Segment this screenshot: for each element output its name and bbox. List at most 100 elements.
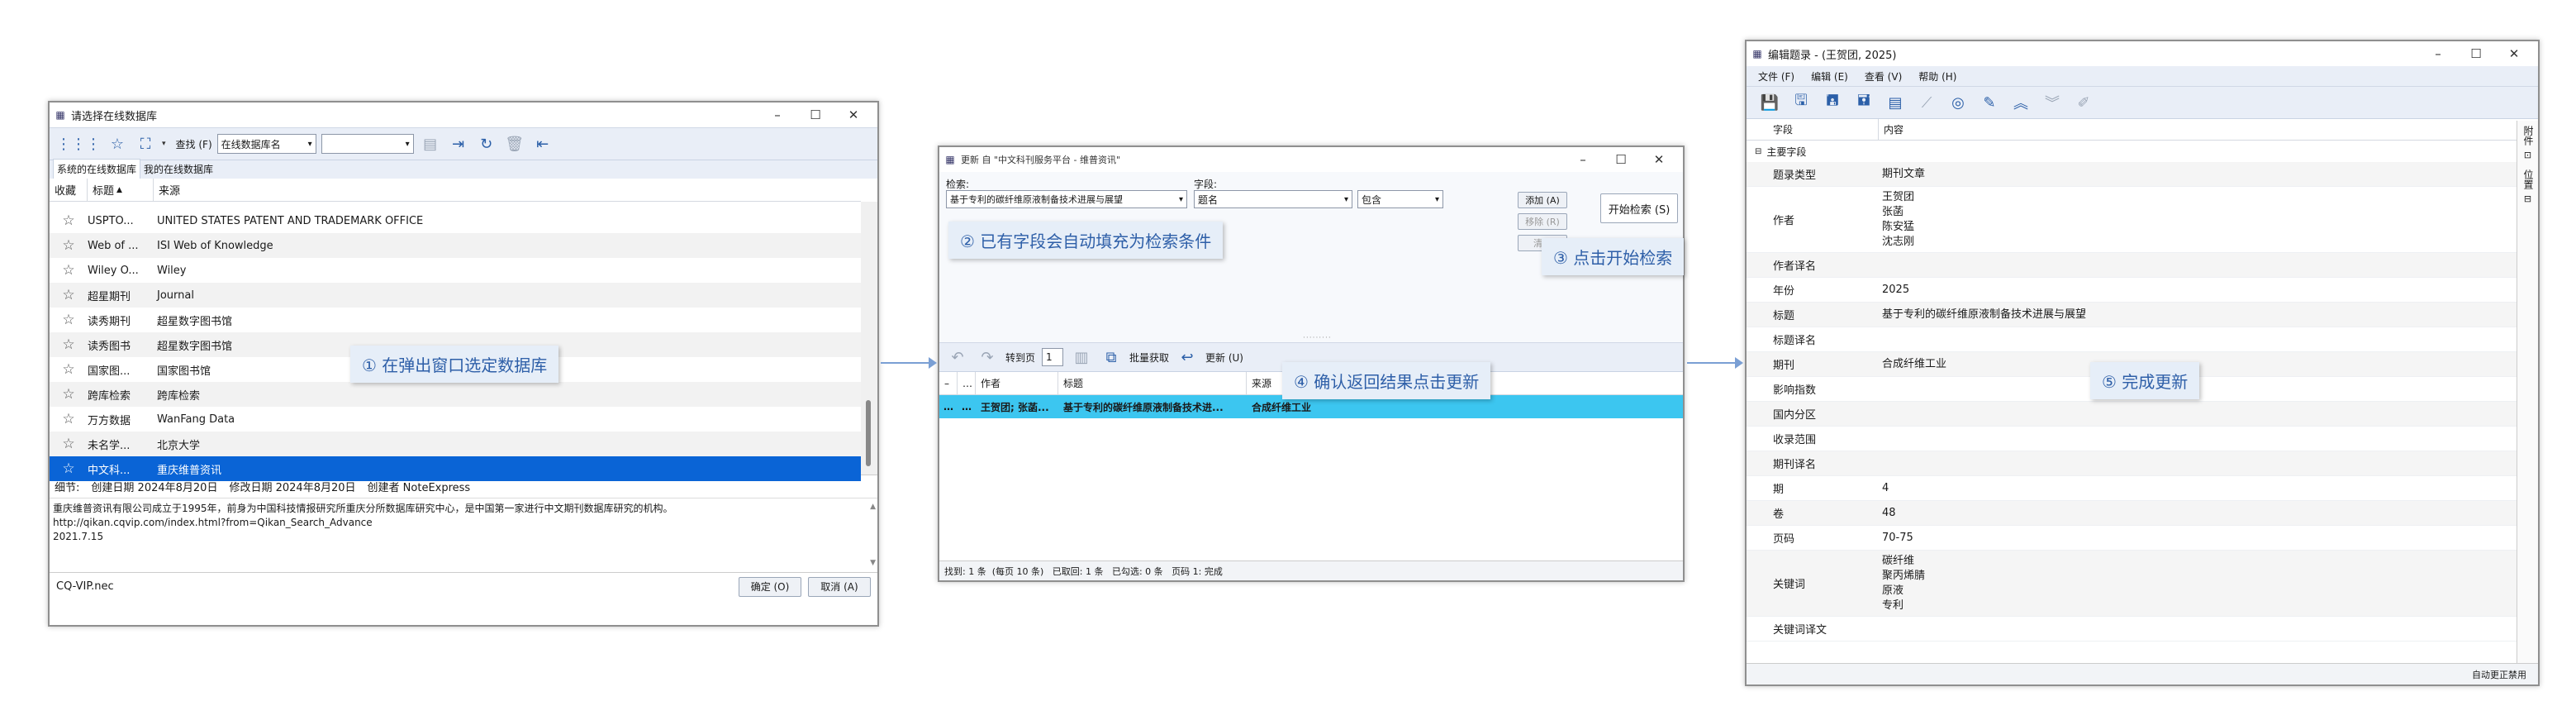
- pen-icon[interactable]: ✐: [2072, 91, 2095, 114]
- pin-icon[interactable]: ✎: [1978, 91, 2001, 114]
- remove-button[interactable]: 移除 (R): [1518, 213, 1567, 230]
- field-value[interactable]: 48: [1879, 506, 2517, 521]
- field-value[interactable]: 4: [1879, 481, 2517, 496]
- close-icon[interactable]: ✕: [2495, 46, 2533, 61]
- field-row[interactable]: 页码 70-75: [1747, 526, 2517, 551]
- field-row[interactable]: 关键词 碳纤维 聚丙烯腈 原液 专利: [1747, 551, 2517, 617]
- table-row[interactable]: ☆ 超星期刊 Journal: [50, 283, 861, 308]
- scroll-down-icon[interactable]: ▼: [870, 556, 876, 570]
- star-icon[interactable]: ☆: [50, 460, 88, 477]
- maximize-icon[interactable]: ☐: [796, 107, 834, 122]
- maximize-icon[interactable]: ☐: [1602, 152, 1640, 167]
- db-list-scrollbar[interactable]: [861, 202, 877, 475]
- star-icon[interactable]: ☆: [50, 212, 88, 229]
- minimize-icon[interactable]: –: [1564, 152, 1602, 167]
- field-value[interactable]: 碳纤维 聚丙烯腈 原液 专利: [1879, 554, 2517, 613]
- chart-icon[interactable]: ⟋: [1915, 91, 1938, 114]
- col-content[interactable]: 内容: [1879, 119, 2517, 140]
- group-main-fields[interactable]: ⊟ 主要字段: [1747, 141, 2517, 162]
- side-tab-icon[interactable]: ⊡: [2517, 149, 2538, 161]
- star-icon[interactable]: ☆: [50, 336, 88, 353]
- col-author[interactable]: 作者: [976, 372, 1058, 394]
- save-icon[interactable]: 💾: [1758, 91, 1781, 114]
- minimize-icon[interactable]: –: [2419, 46, 2457, 61]
- close-icon[interactable]: ✕: [1640, 152, 1678, 167]
- menu-edit[interactable]: 编辑 (E): [1811, 69, 1848, 83]
- minimize-icon[interactable]: –: [758, 107, 796, 122]
- star-icon[interactable]: ☆: [50, 262, 88, 279]
- field-row[interactable]: 卷 48: [1747, 501, 2517, 526]
- save-as-icon[interactable]: 🖪: [1821, 91, 1844, 114]
- field-row[interactable]: 作者 王贺团 张菡 陈安猛 沈志刚: [1747, 187, 2517, 253]
- star-icon[interactable]: ☆: [50, 386, 88, 403]
- field-row[interactable]: 关键词译文: [1747, 617, 2517, 642]
- table-row[interactable]: ☆ 读秀期刊 超星数字图书馆: [50, 308, 861, 332]
- field-row[interactable]: 年份 2025: [1747, 278, 2517, 303]
- previous-icon[interactable]: ︽: [2009, 91, 2032, 114]
- field-row[interactable]: 期刊译名: [1747, 451, 2517, 476]
- col-field[interactable]: 字段: [1747, 119, 1879, 140]
- collapse-icon[interactable]: ⊟: [1755, 147, 1761, 156]
- splitter-handle[interactable]: ·········: [1303, 334, 1332, 342]
- new-record-icon[interactable]: ▤: [1884, 91, 1907, 114]
- table-row[interactable]: ☆ 未名学... 北京大学: [50, 432, 861, 456]
- table-icon[interactable]: ▤: [419, 132, 442, 155]
- field-select[interactable]: 在线数据库名 ▾: [216, 134, 316, 154]
- star-icon[interactable]: ☆: [50, 287, 88, 303]
- field-row[interactable]: 题录类型 期刊文章: [1747, 162, 2517, 187]
- table-row[interactable]: ☆ 跨库检索 跨库检索: [50, 382, 861, 407]
- field-value[interactable]: 70-75: [1879, 531, 2517, 546]
- update-button[interactable]: 更新 (U): [1205, 351, 1243, 365]
- import-icon[interactable]: ⇥: [447, 132, 470, 155]
- menu-help[interactable]: 帮助 (H): [1918, 69, 1956, 83]
- field-row[interactable]: 收录范围: [1747, 427, 2517, 451]
- field-select[interactable]: 题名 ▾: [1194, 190, 1352, 208]
- update-icon[interactable]: ↩: [1176, 346, 1199, 369]
- col-source[interactable]: 来源: [154, 179, 861, 201]
- capture-icon[interactable]: ⛶: [134, 132, 157, 155]
- star-icon[interactable]: ☆: [50, 361, 88, 378]
- field-row[interactable]: 作者译名: [1747, 253, 2517, 278]
- tab-my-databases[interactable]: 我的在线数据库: [140, 160, 216, 179]
- menu-view[interactable]: 查看 (V): [1865, 69, 1902, 83]
- delete-icon[interactable]: 🗑: [503, 132, 526, 155]
- cancel-button[interactable]: 取消 (A): [808, 576, 871, 597]
- field-value[interactable]: 王贺团 张菡 陈安猛 沈志刚: [1879, 190, 2517, 250]
- page-input[interactable]: 1: [1042, 348, 1064, 366]
- table-row[interactable]: ☆ Wiley O... Wiley: [50, 258, 861, 283]
- save-copy-icon[interactable]: 🖬: [1852, 91, 1875, 114]
- side-tab-icon[interactable]: ⊟: [2517, 193, 2538, 205]
- star-icon[interactable]: ☆: [50, 411, 88, 427]
- next-icon[interactable]: ︾: [2041, 91, 2064, 114]
- back-icon[interactable]: ↶: [946, 346, 969, 369]
- forward-icon[interactable]: ↷: [976, 346, 999, 369]
- table-row[interactable]: ☆ USPTO... UNITED STATES PATENT AND TRADEM…: [50, 208, 861, 233]
- col-title[interactable]: 标题 ▲: [88, 179, 154, 201]
- search-term-select[interactable]: 基于专利的碳纤维原液制备技术进展与展望 ▾: [946, 190, 1187, 208]
- save-icon[interactable]: ▥: [1070, 346, 1093, 369]
- save-close-icon[interactable]: 🖫: [1789, 91, 1813, 114]
- refresh-icon[interactable]: ↻: [475, 132, 498, 155]
- export-icon[interactable]: ⇤: [531, 132, 554, 155]
- batch-fetch-label[interactable]: 批量获取: [1129, 351, 1169, 365]
- field-row[interactable]: 标题 基于专利的碳纤维原液制备技术进展与展望: [1747, 303, 2517, 327]
- batch-fetch-icon[interactable]: ⧉: [1100, 346, 1123, 369]
- field-value[interactable]: 2025: [1879, 283, 2517, 298]
- col-check[interactable]: –: [939, 372, 958, 394]
- side-tab-attachments[interactable]: 附件: [2517, 126, 2538, 149]
- table-row[interactable]: ☆ Web of ... ISI Web of Knowledge: [50, 233, 861, 258]
- view-icon[interactable]: ◎: [1946, 91, 1970, 114]
- field-row[interactable]: 标题译名: [1747, 327, 2517, 352]
- db-list-scroll-thumb[interactable]: [866, 400, 871, 466]
- star-icon[interactable]: ☆: [50, 237, 88, 254]
- field-row[interactable]: 期4: [1747, 476, 2517, 501]
- field-value[interactable]: 期刊文章: [1879, 167, 2517, 182]
- grid-icon[interactable]: ⋮⋮⋮: [56, 132, 101, 155]
- col-favorite[interactable]: 收藏: [50, 179, 88, 201]
- col-title[interactable]: 标题: [1058, 372, 1247, 394]
- start-search-button[interactable]: 开始检索 (S): [1600, 193, 1678, 223]
- table-row-selected[interactable]: ☆ 中文科... 重庆维普资讯: [50, 456, 861, 481]
- detail-text[interactable]: 重庆维普资讯有限公司成立于1995年，前身为中国科技情报研究所重庆分所数据库研究…: [50, 498, 877, 572]
- ok-button[interactable]: 确定 (O): [739, 576, 801, 597]
- capture-dropdown-icon[interactable]: ▾: [162, 140, 166, 148]
